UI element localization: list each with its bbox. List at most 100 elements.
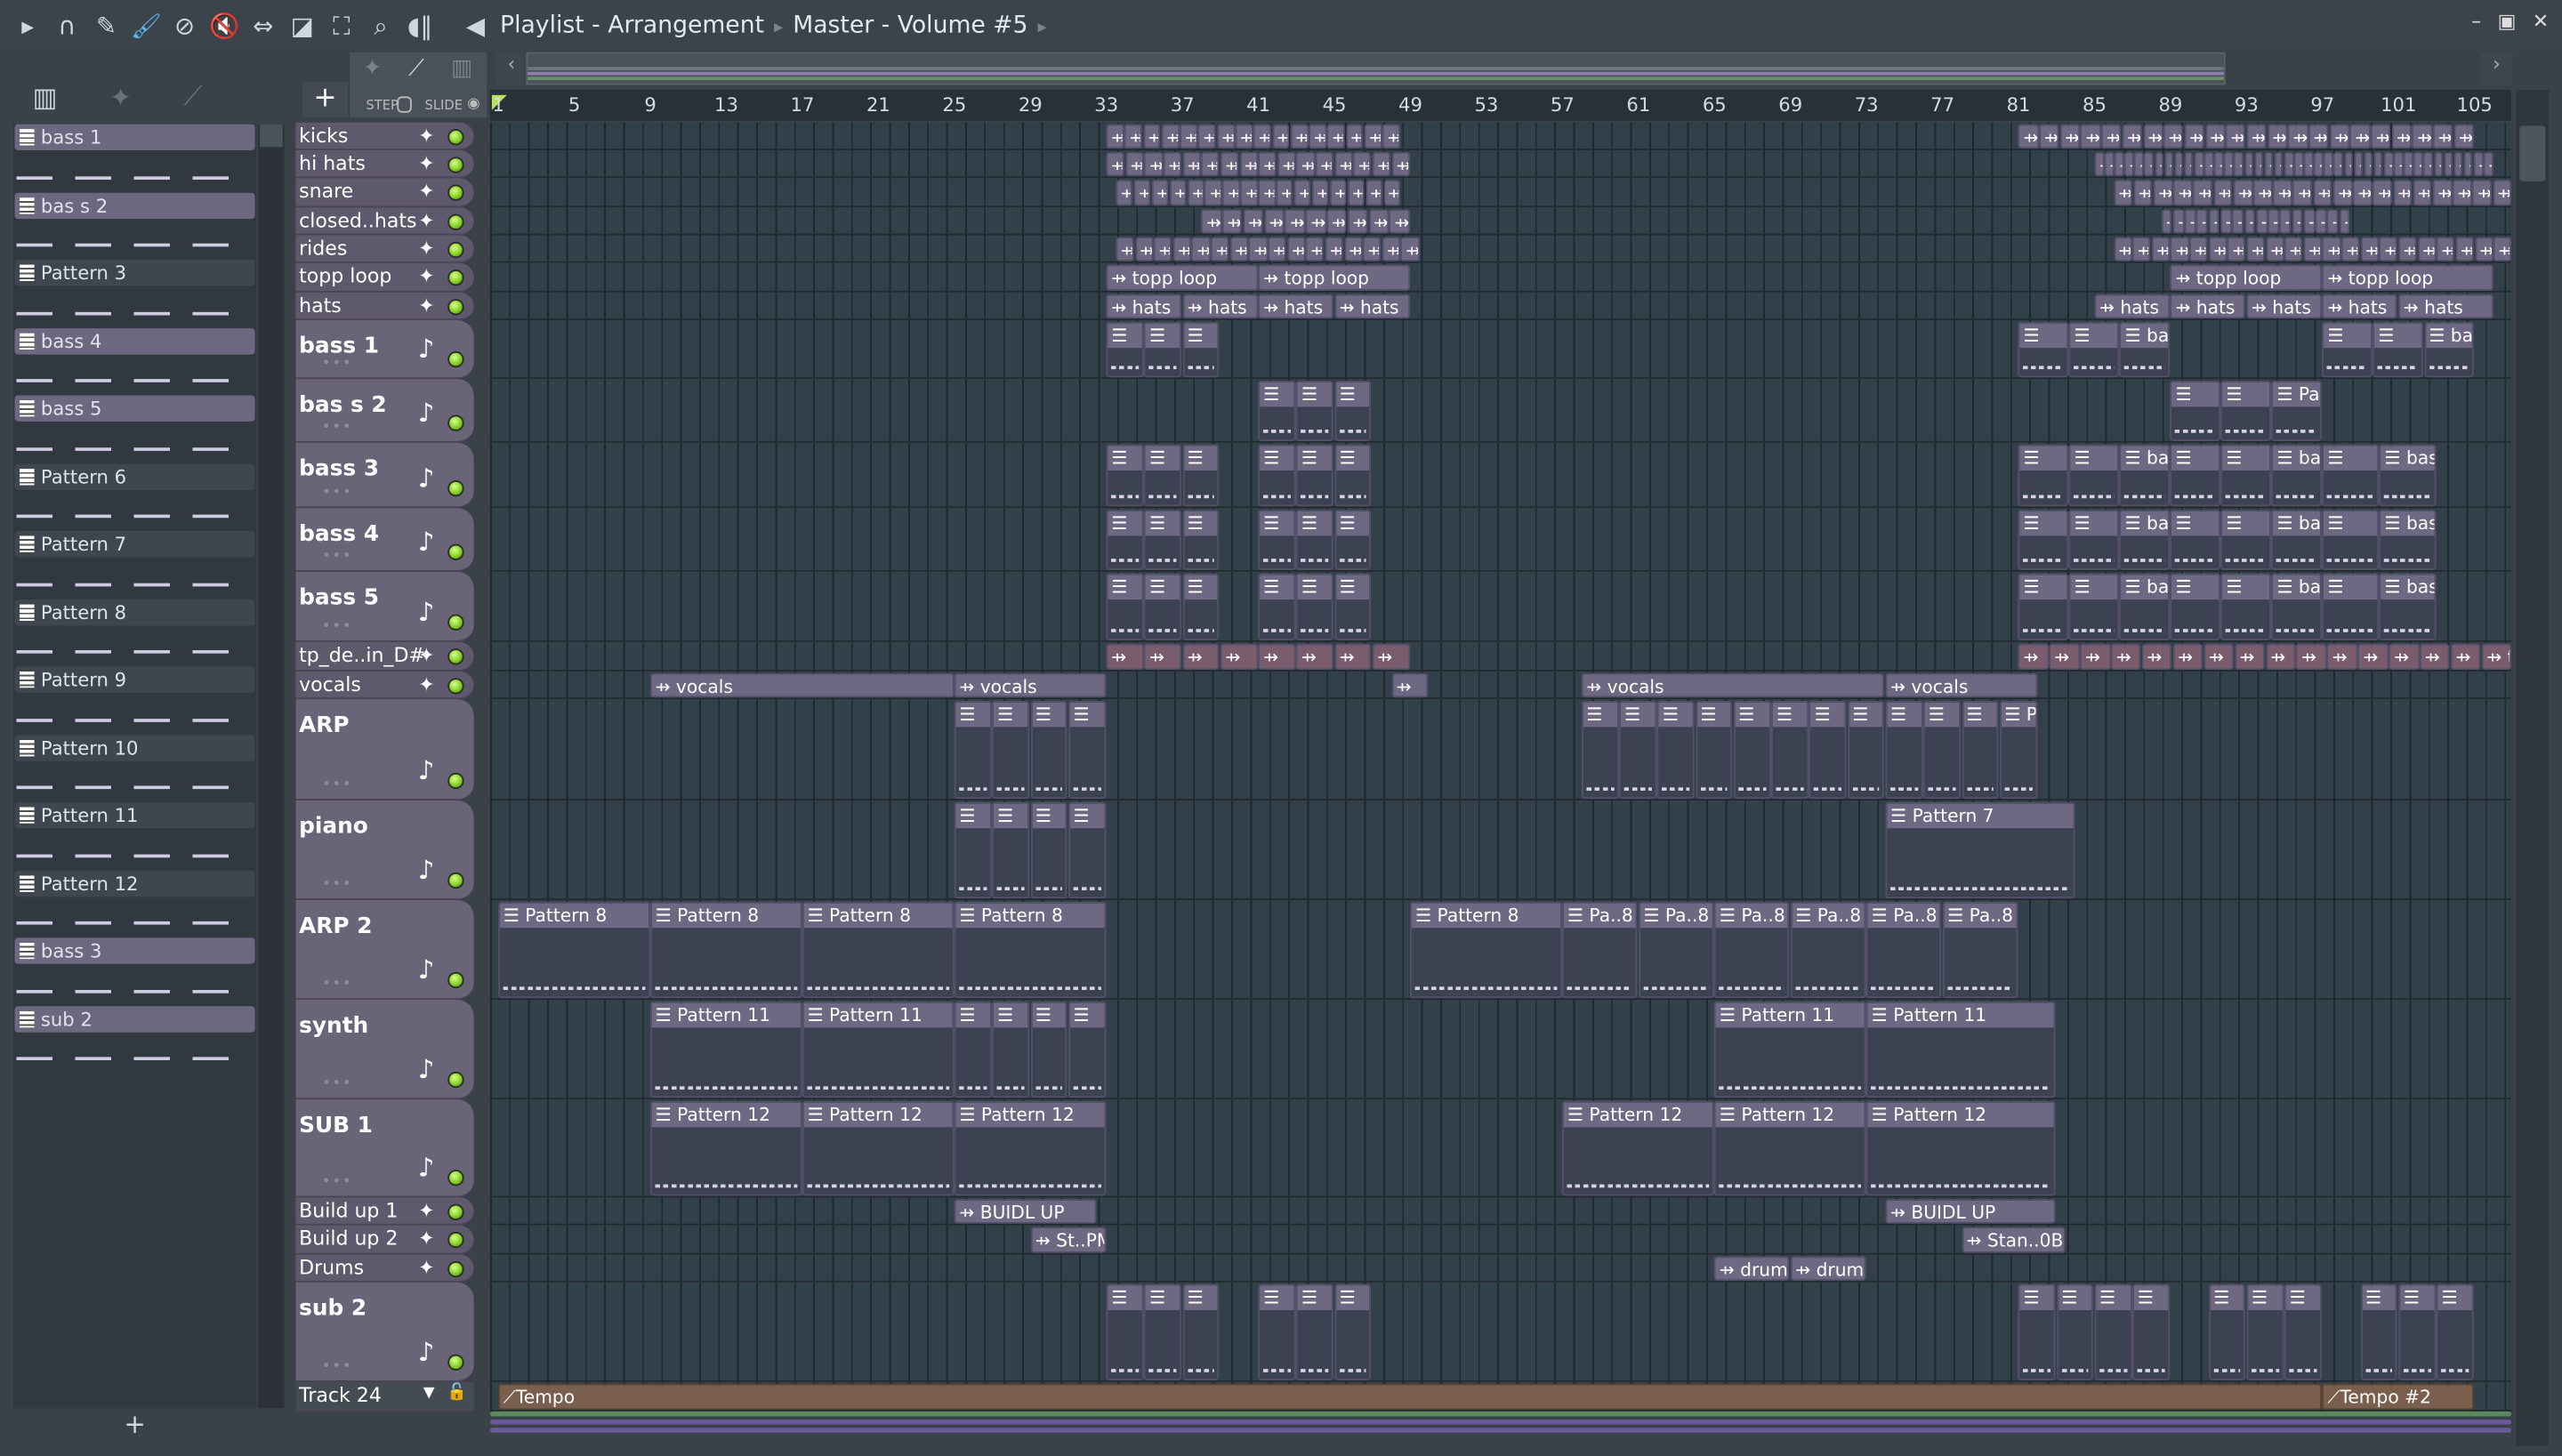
- playlist-clip[interactable]: ☰: [954, 801, 992, 899]
- playlist-clip[interactable]: ☰: [1258, 380, 1296, 441]
- playlist-clip[interactable]: ⇸: [2080, 643, 2111, 671]
- playlist-clip[interactable]: ⇸: [2364, 151, 2373, 177]
- paint-brush-icon[interactable]: 🖌: [131, 12, 162, 41]
- playlist-clip[interactable]: ⇸: [2204, 124, 2226, 149]
- playlist-clip[interactable]: ☰: [2220, 573, 2271, 640]
- playlist-clip[interactable]: ☰: [1030, 801, 1068, 899]
- playlist-clip[interactable]: ⇸: [2132, 237, 2151, 261]
- playlist-clip[interactable]: ⇸: [1306, 209, 1326, 234]
- track-enable-led[interactable]: [447, 156, 464, 173]
- track-more-icon[interactable]: •••: [322, 356, 353, 372]
- playlist-clip[interactable]: ⇸: [2354, 151, 2364, 177]
- playlist-clip[interactable]: ⇸: [2113, 180, 2133, 206]
- playlist-clip[interactable]: ☰: [1771, 700, 1809, 800]
- playlist-clip[interactable]: ⇸: [2352, 180, 2373, 206]
- magnet-icon[interactable]: ∩: [52, 12, 82, 41]
- playlist-clip[interactable]: ⇸: [2279, 209, 2292, 234]
- breadcrumb-target[interactable]: Master - Volume #5: [793, 13, 1027, 39]
- playlist-clip[interactable]: ⇸: [2293, 151, 2304, 177]
- track-lane[interactable]: ☰ ☰ ☰ ☰ ☰ Pattern 7: [490, 800, 2512, 901]
- playlist-clip[interactable]: ⇸: [2151, 237, 2170, 261]
- playlist-clip[interactable]: ⇸: [1286, 237, 1306, 261]
- playlist-clip[interactable]: ☰: [2322, 321, 2373, 378]
- playlist-clip[interactable]: ⇸: [2287, 124, 2308, 149]
- playlist-clip[interactable]: ☰ bass 4: [2379, 510, 2437, 571]
- playlist-clip[interactable]: ⇸: [2433, 124, 2453, 149]
- playlist-clip[interactable]: ⇸: [2189, 237, 2208, 261]
- playlist-clip[interactable]: ⇸: [2413, 180, 2432, 206]
- track-lane[interactable]: ☰ ☰ ☰ ☰ ☰ ☰ ba..1☰ ☰ ☰ ba..1: [490, 319, 2512, 380]
- playlist-clip[interactable]: ⇸: [2341, 237, 2360, 261]
- playlist-clip[interactable]: ⇸: [1343, 237, 1363, 261]
- audio-wave-icon[interactable]: ✦: [363, 55, 383, 81]
- playlist-clip[interactable]: ⇸: [2343, 151, 2354, 177]
- track-enable-led[interactable]: [447, 1260, 464, 1277]
- playlist-clip[interactable]: ⇸: [2114, 151, 2124, 177]
- playlist-clip[interactable]: ☰ bass 3: [2379, 444, 2437, 507]
- playlist-clip[interactable]: ⇸: [2357, 643, 2389, 671]
- slide-toggle[interactable]: ◉: [467, 96, 479, 112]
- playlist-clip[interactable]: ⇸: [2214, 151, 2224, 177]
- playlist-clip[interactable]: ⇸: [2324, 151, 2333, 177]
- playlist-clip[interactable]: ⇸: [1124, 124, 1143, 149]
- playlist-clip[interactable]: ⇸ topp loop: [1106, 264, 1258, 291]
- playlist-clip[interactable]: ☰: [1885, 700, 1923, 800]
- track-more-icon[interactable]: •••: [322, 877, 353, 893]
- playlist-clip[interactable]: ⇸: [2193, 180, 2213, 206]
- playlist-clip[interactable]: ⇸: [1327, 124, 1345, 149]
- playlist-clip[interactable]: ☰: [2220, 380, 2271, 441]
- playlist-clip[interactable]: ☰: [1258, 1283, 1296, 1381]
- playlist-clip[interactable]: ☰: [992, 700, 1030, 800]
- playlist-clip[interactable]: ⇸: [1106, 124, 1124, 149]
- playlist-clip[interactable]: ☰: [1296, 444, 1334, 507]
- playlist-clip[interactable]: ⇸: [1182, 643, 1220, 671]
- playlist-clip[interactable]: ☰: [1733, 700, 1771, 800]
- track-header[interactable]: hi hats ✦: [295, 149, 474, 179]
- playlist-clip[interactable]: ⇸: [2339, 209, 2350, 234]
- track-lane[interactable]: ⇸ topp loop ⇸ topp loop ⇸ topp loop ⇸ topp …: [490, 262, 2512, 293]
- track-enable-led[interactable]: [447, 240, 464, 258]
- playlist-clip[interactable]: ⇸: [2233, 180, 2252, 206]
- playlist-clip[interactable]: ⇸: [2493, 180, 2512, 206]
- playlist-clip[interactable]: ⇸: [2393, 151, 2404, 177]
- pattern-item[interactable]: bass 4: [13, 327, 257, 395]
- playlist-clip[interactable]: ⇸: [2124, 151, 2134, 177]
- track-lane[interactable]: ☰ ☰ ☰ ☰ ☰ ☰ ☰ ☰ ☰ ☰ ☰ ☰ ☰ ☰ ☰ ☰ Pat..0: [490, 699, 2512, 800]
- playlist-clip[interactable]: ⇸: [2194, 151, 2203, 177]
- playlist-clip[interactable]: ⇸ BUIDL UP: [1885, 1199, 2056, 1224]
- playlist-clip[interactable]: ☰ ba..1: [2119, 321, 2170, 378]
- playlist-clip[interactable]: ⇸: [2383, 151, 2393, 177]
- playlist-clip[interactable]: ⇸: [2133, 180, 2153, 206]
- playlist-clip[interactable]: ⇸: [2018, 124, 2039, 149]
- maximize-icon[interactable]: ▣: [2498, 10, 2517, 33]
- playlist-clip[interactable]: ⇸: [2220, 209, 2232, 234]
- playlist-clip[interactable]: ☰: [1695, 700, 1733, 800]
- track-enable-led[interactable]: [447, 1354, 464, 1371]
- track-enable-led[interactable]: [447, 1203, 464, 1220]
- playlist-clip[interactable]: ⇸: [1325, 237, 1343, 261]
- playlist-clip[interactable]: ⇸: [2094, 151, 2104, 177]
- playlist-clip[interactable]: ☰: [1182, 510, 1220, 571]
- playlist-clip[interactable]: ⇸: [2373, 151, 2383, 177]
- track-lane[interactable]: ⇸ ⇸ ⇸ ⇸ ⇸ ⇸ ⇸ ⇸ ⇸ ⇸ ⇸ ⇸ ⇸ ⇸ ⇸ ⇸ ⇸ ⇸ ⇸ ⇸ …: [490, 178, 2512, 208]
- playlist-clip[interactable]: ☰ bass 5: [2271, 573, 2322, 640]
- playlist-clip[interactable]: ⇸: [2371, 124, 2391, 149]
- playlist-clip[interactable]: ⇸: [2244, 151, 2253, 177]
- track-header[interactable]: ARP ♪ •••: [295, 699, 474, 800]
- playlist-clip[interactable]: ☰: [1619, 700, 1657, 800]
- play-arrow-icon[interactable]: ▸: [13, 12, 43, 41]
- track-enable-led[interactable]: [447, 213, 464, 230]
- playlist-clip[interactable]: ⇸: [2111, 643, 2141, 671]
- track-enable-led[interactable]: [447, 414, 464, 431]
- track-enable-led[interactable]: [447, 614, 464, 631]
- playlist-clip[interactable]: ⇸: [1309, 124, 1327, 149]
- playlist-clip[interactable]: ⇸: [2360, 237, 2379, 261]
- playlist-clip[interactable]: ☰ Pa..8: [1866, 901, 1942, 999]
- slip-icon[interactable]: ⇔: [248, 12, 278, 41]
- track-lane[interactable]: ⇸ St..PM⇸ Stan..0BPM: [490, 1225, 2512, 1255]
- playlist-clip[interactable]: ⇸: [2483, 151, 2494, 177]
- playlist-clip[interactable]: ☰ Pattern 12: [1714, 1100, 1866, 1196]
- playlist-clip[interactable]: ☰ Pattern 8: [1410, 901, 1562, 999]
- playlist-clip[interactable]: ⇸ BUIDL UP: [954, 1199, 1097, 1224]
- playlist-clip[interactable]: ⇸: [1268, 237, 1286, 261]
